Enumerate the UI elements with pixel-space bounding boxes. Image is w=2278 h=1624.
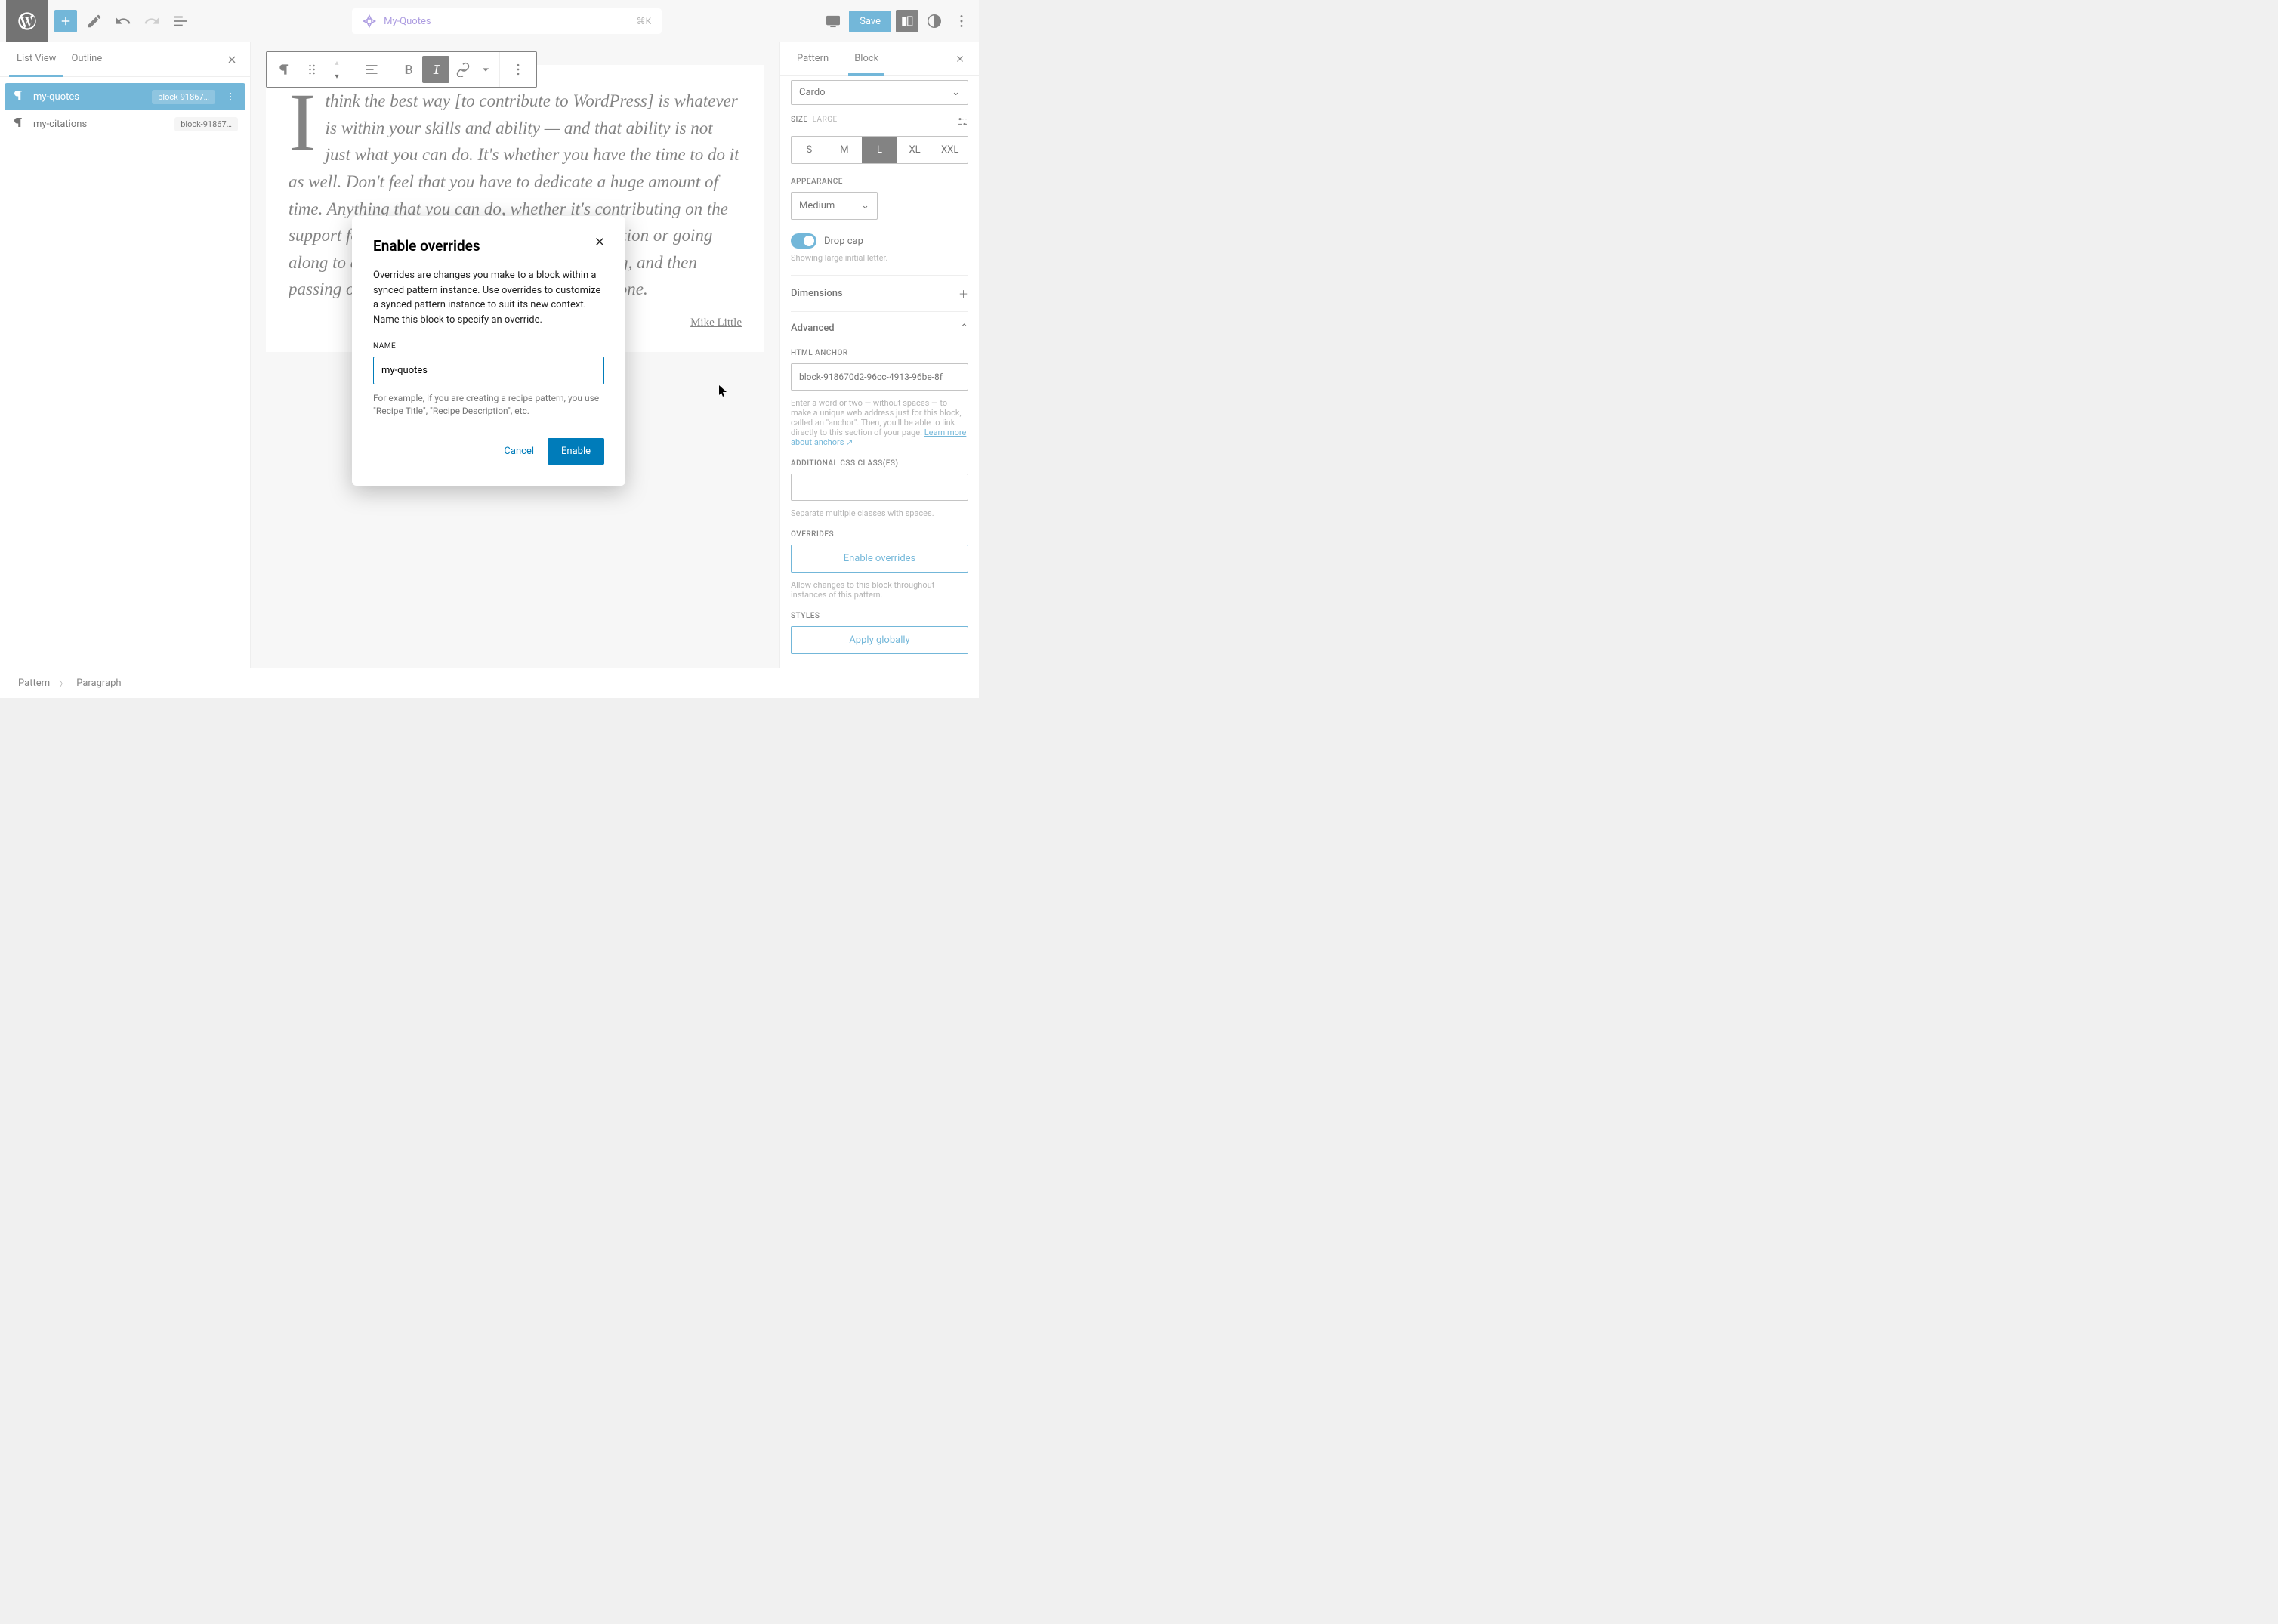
- close-modal-button[interactable]: [591, 233, 609, 251]
- cancel-button[interactable]: Cancel: [504, 446, 534, 457]
- modal-title: Enable overrides: [373, 237, 604, 255]
- modal-help: For example, if you are creating a recip…: [373, 392, 604, 418]
- cursor-icon: [719, 385, 728, 397]
- modal-actions: Cancel Enable: [373, 438, 604, 465]
- enable-button[interactable]: Enable: [548, 438, 604, 465]
- override-name-input[interactable]: [373, 357, 604, 384]
- modal-body: Overrides are changes you make to a bloc…: [373, 268, 604, 327]
- modal-name-label: NAME: [373, 342, 604, 350]
- enable-overrides-modal: Enable overrides Overrides are changes y…: [352, 216, 625, 486]
